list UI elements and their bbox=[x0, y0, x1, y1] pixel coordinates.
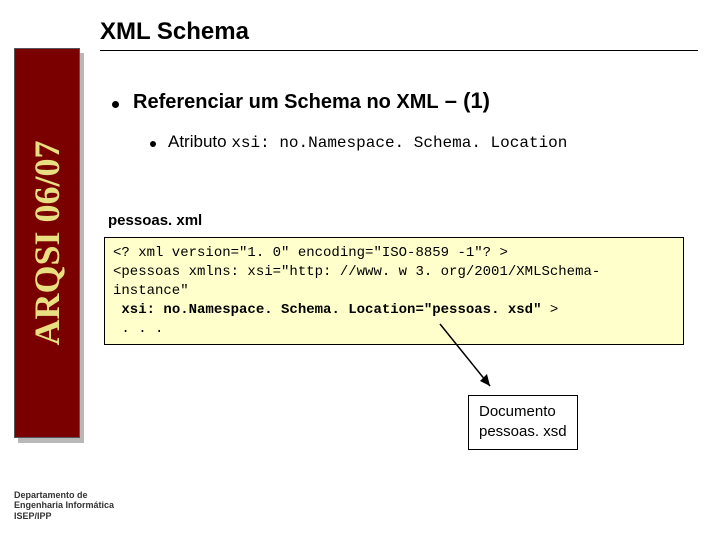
bullet2-code: xsi: no.Namespace. Schema. Location bbox=[231, 134, 567, 152]
bullet-level2: Atributo xsi: no.Namespace. Schema. Loca… bbox=[150, 132, 698, 152]
bullet-dot bbox=[112, 101, 119, 108]
footer: Departamento de Engenharia Informática I… bbox=[14, 490, 114, 522]
sidebar-label: ARQSI 06/07 bbox=[26, 140, 68, 345]
page-title: XML Schema bbox=[100, 18, 249, 46]
docbox-line: Documento bbox=[479, 402, 567, 422]
bullet1-tail: – (1) bbox=[439, 88, 490, 113]
bullet1-main: Referenciar um Schema no XML bbox=[133, 91, 439, 113]
arrow-icon bbox=[430, 324, 500, 394]
bullet2-prefix: Atributo bbox=[168, 132, 231, 151]
bullet-dot bbox=[150, 141, 156, 147]
bullet2-text: Atributo xsi: no.Namespace. Schema. Loca… bbox=[168, 132, 567, 152]
code-box: <? xml version="1. 0" encoding="ISO-8859… bbox=[104, 237, 684, 345]
footer-line: Departamento de bbox=[14, 490, 114, 501]
code-line: > bbox=[541, 302, 558, 318]
code-line: <? xml version="1. 0" encoding="ISO-8859… bbox=[113, 245, 508, 261]
code-line-bold: xsi: no.Namespace. Schema. Location="pes… bbox=[113, 302, 541, 318]
bullet-level1: Referenciar um Schema no XML – (1) bbox=[112, 88, 698, 114]
footer-line: Engenharia Informática bbox=[14, 500, 114, 511]
content-area: Referenciar um Schema no XML – (1) Atrib… bbox=[100, 70, 698, 345]
title-rule bbox=[100, 50, 698, 51]
file-name-label: pessoas. xml bbox=[108, 212, 698, 229]
document-callout: Documento pessoas. xsd bbox=[468, 395, 578, 450]
docbox-line: pessoas. xsd bbox=[479, 422, 567, 442]
code-line: . . . bbox=[113, 321, 163, 337]
footer-line: ISEP/IPP bbox=[14, 511, 114, 522]
bullet1-text: Referenciar um Schema no XML – (1) bbox=[133, 88, 490, 114]
code-line: <pessoas xmlns: xsi="http: //www. w 3. o… bbox=[113, 264, 600, 299]
sidebar: ARQSI 06/07 bbox=[14, 48, 80, 438]
